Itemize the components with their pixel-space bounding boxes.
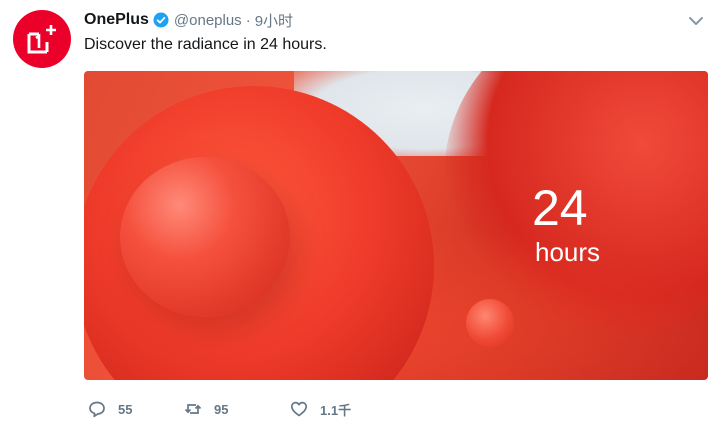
retweet-icon — [184, 404, 202, 414]
tweet-text: Discover the radiance in 24 hours. — [84, 36, 327, 53]
oneplus-logo-icon — [27, 25, 56, 54]
tweet-media-image[interactable]: 24 hours — [84, 71, 708, 380]
author-handle[interactable]: @oneplus — [174, 12, 242, 29]
author-name[interactable]: OnePlus — [84, 11, 149, 29]
like-count: 1.1千 — [320, 402, 352, 418]
countdown-unit: hours — [535, 237, 601, 267]
countdown-number: 24 — [532, 180, 588, 236]
small-sphere — [466, 299, 514, 347]
tweet: OnePlus @oneplus · 9小时 Discover the radi… — [0, 0, 720, 428]
retweet-button[interactable]: 95 — [184, 400, 290, 418]
retweet-count: 95 — [214, 401, 229, 417]
sphere — [120, 157, 290, 317]
reply-button[interactable]: 55 — [88, 400, 184, 418]
like-button[interactable]: 1.1千 — [290, 400, 351, 419]
reply-count: 55 — [118, 401, 133, 417]
timestamp[interactable]: 9小时 — [255, 10, 293, 31]
tweet-header: OnePlus @oneplus · 9小时 — [84, 9, 293, 31]
like-icon — [290, 401, 308, 417]
avatar[interactable] — [13, 10, 71, 68]
tweet-actions: 55 95 1.1千 — [88, 399, 351, 419]
verified-badge-icon — [153, 12, 169, 28]
chevron-down-icon[interactable] — [688, 14, 704, 26]
reply-icon — [89, 401, 105, 418]
separator: · — [245, 11, 251, 29]
